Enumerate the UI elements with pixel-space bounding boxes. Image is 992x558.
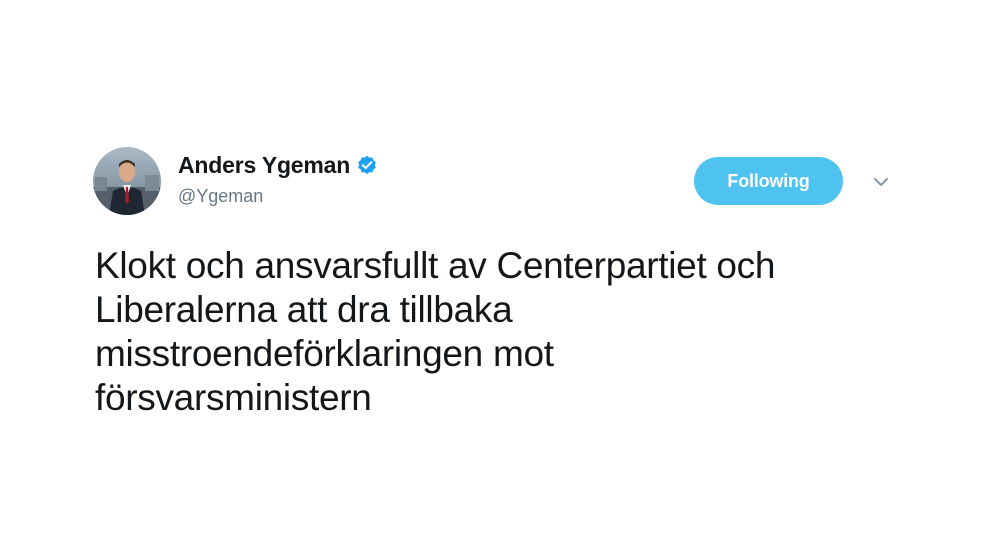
tweet-text: Klokt och ansvarsfullt av Centerpartiet …: [95, 245, 776, 418]
avatar-photo-icon: [93, 147, 161, 215]
avatar[interactable]: [93, 147, 161, 215]
chevron-down-icon[interactable]: [871, 175, 891, 189]
verified-badge-icon: [357, 155, 377, 175]
name-row: Anders Ygeman: [178, 151, 377, 179]
user-handle[interactable]: @Ygeman: [178, 186, 263, 207]
display-name[interactable]: Anders Ygeman: [178, 152, 350, 179]
following-button[interactable]: Following: [694, 157, 843, 205]
tweet-card: Anders Ygeman @Ygeman Following Klokt oc…: [0, 0, 992, 558]
